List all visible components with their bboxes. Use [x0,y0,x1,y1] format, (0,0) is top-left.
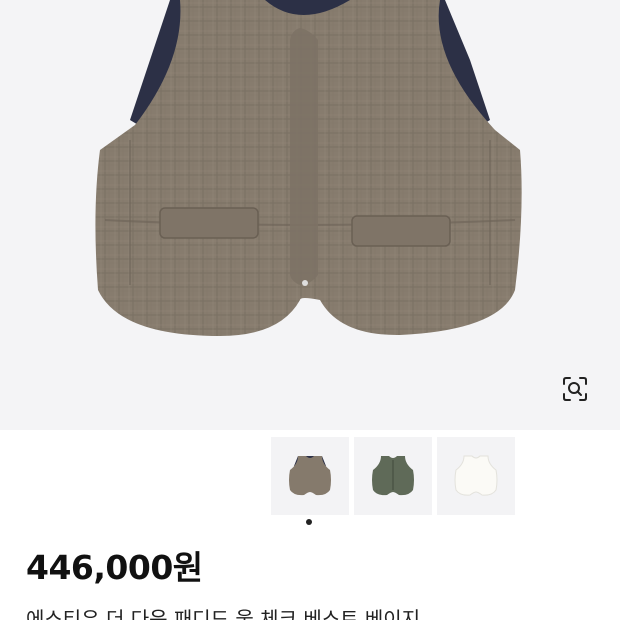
thumbnail-ivory[interactable] [437,437,515,515]
vest-beige-thumbnail-image [289,456,331,496]
vest-ivory-thumbnail-image [454,455,498,496]
product-page: 446,000원 에스티유 더 다운 패디드 울 체크 베스트 베이지 [0,0,620,620]
product-price: 446,000원 [26,548,203,587]
product-main-image[interactable] [0,0,620,430]
image-search-icon [563,377,587,401]
vest-illustration [95,0,522,336]
pagination-dot-active[interactable] [306,519,312,525]
gallery-pagination [306,519,312,525]
vest-olive-thumbnail-image [372,456,414,496]
product-title: 에스티유 더 다운 패디드 울 체크 베스트 베이지 [26,607,421,620]
thumbnail-beige[interactable] [271,437,349,515]
thumbnail-strip [271,437,515,515]
thumbnail-olive[interactable] [354,437,432,515]
image-search-button[interactable] [562,376,600,414]
